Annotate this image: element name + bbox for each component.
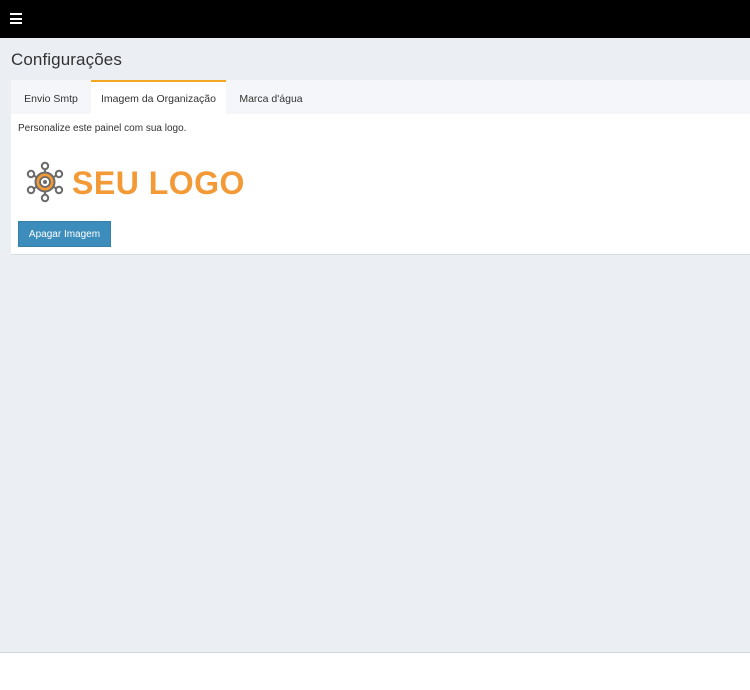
network-gear-icon	[26, 161, 64, 203]
content-wrapper: Configurações Envio Smtp Imagem da Organ…	[0, 38, 750, 652]
tab-marca-dagua[interactable]: Marca d'água	[226, 80, 316, 114]
hamburger-menu-icon[interactable]	[10, 13, 22, 24]
tab-bar: Envio Smtp Imagem da Organização Marca d…	[11, 80, 750, 114]
top-navbar	[0, 0, 750, 38]
footer	[0, 652, 750, 690]
delete-image-button[interactable]: Apagar Imagem	[18, 221, 111, 247]
organization-logo: SEU LOGO	[24, 161, 254, 205]
tab-envio-smtp[interactable]: Envio Smtp	[11, 80, 91, 114]
tab-imagem-organizacao[interactable]: Imagem da Organização	[91, 80, 226, 114]
tab-content-imagem-organizacao: Personalize este painel com sua logo. SE…	[11, 114, 750, 255]
page-title: Configurações	[11, 50, 122, 69]
settings-panel: Envio Smtp Imagem da Organização Marca d…	[11, 80, 750, 255]
logo-text: SEU LOGO	[72, 165, 245, 201]
description-text: Personalize este painel com sua logo.	[18, 123, 187, 134]
